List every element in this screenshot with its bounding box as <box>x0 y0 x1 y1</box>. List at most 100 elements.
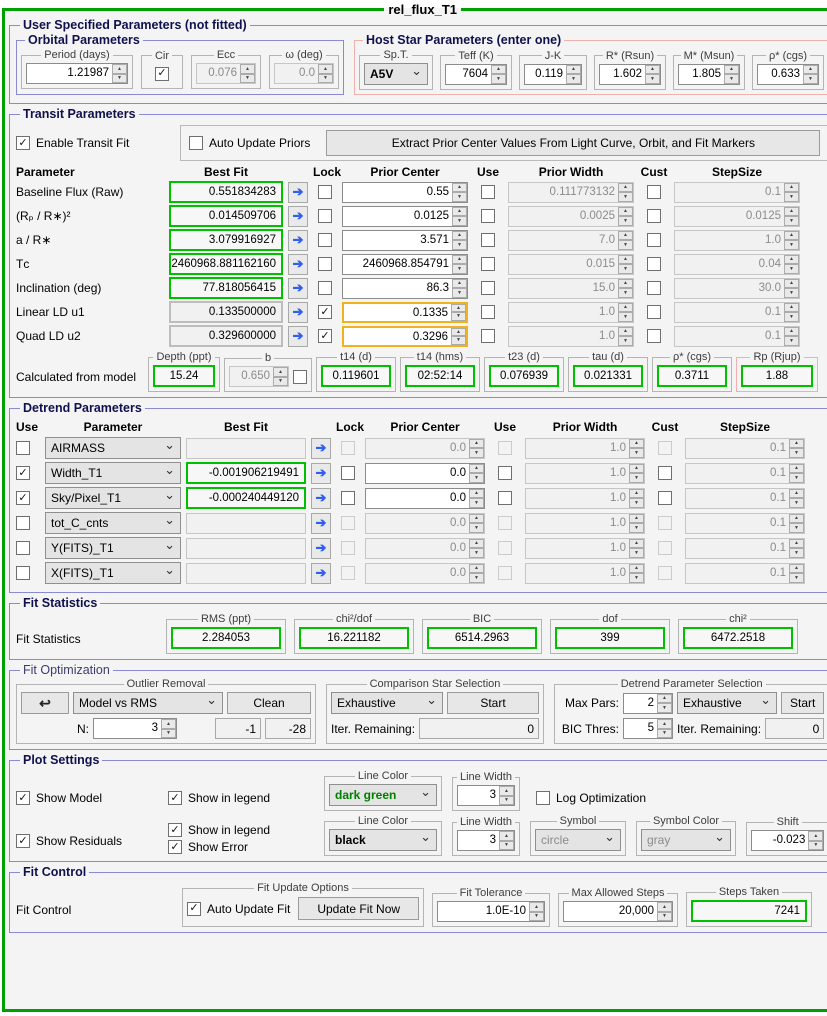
spinner-down-button[interactable] <box>784 240 799 250</box>
stepsize-spinner[interactable]: 0.0125 <box>674 206 800 227</box>
omega-spinner[interactable]: 0.0 <box>274 63 334 84</box>
spinner-up-button[interactable] <box>784 303 799 313</box>
rstar-spinner[interactable]: 1.602 <box>599 64 661 85</box>
spinner-down-button[interactable] <box>451 336 466 345</box>
spinner-up-button[interactable] <box>789 514 804 524</box>
use-prior-checkbox[interactable] <box>498 541 512 555</box>
lock-checkbox[interactable] <box>318 329 332 343</box>
prior-width-spinner[interactable]: 1.0 <box>525 488 645 509</box>
copy-best-fit-to-prior-button[interactable] <box>311 488 331 509</box>
spinner-up-button[interactable] <box>629 514 644 524</box>
spinner-up-button[interactable] <box>112 64 127 74</box>
lock-checkbox[interactable] <box>318 233 332 247</box>
prior-center-spinner[interactable]: 3.571 <box>342 230 468 251</box>
prior-center-spinner[interactable]: 0.0 <box>365 538 485 559</box>
spinner-down-button[interactable] <box>318 74 333 84</box>
spinner-up-button[interactable] <box>789 489 804 499</box>
enable-transit-fit-checkbox[interactable] <box>16 136 30 150</box>
spinner-down-button[interactable] <box>784 264 799 274</box>
shift-spinner[interactable]: -0.023 <box>751 830 824 851</box>
copy-best-fit-to-prior-button[interactable] <box>311 438 331 459</box>
show-model-checkbox[interactable] <box>16 791 30 805</box>
mstar-spinner[interactable]: 1.805 <box>678 64 740 85</box>
stepsize-spinner[interactable]: 30.0 <box>674 278 800 299</box>
spinner-up-button[interactable] <box>808 831 823 841</box>
spinner-down-button[interactable] <box>803 74 818 84</box>
spinner-down-button[interactable] <box>789 448 804 458</box>
spinner-up-button[interactable] <box>724 65 739 75</box>
detrend-parameter-select[interactable]: Y(FITS)_T1 <box>45 537 181 559</box>
spinner-up-button[interactable] <box>499 786 514 796</box>
detrend-parameter-select[interactable]: tot_C_cnts <box>45 512 181 534</box>
show-error[interactable]: Show Error <box>168 840 314 854</box>
spinner-up-button[interactable] <box>452 231 467 241</box>
spinner-up-button[interactable] <box>452 279 467 289</box>
custom-stepsize-checkbox[interactable] <box>647 305 661 319</box>
spinner-down-button[interactable] <box>469 523 484 533</box>
spectral-type-select[interactable]: A5V <box>364 63 428 85</box>
prior-width-spinner[interactable]: 0.111773132 <box>508 182 634 203</box>
prior-width-spinner[interactable]: 0.015 <box>508 254 634 275</box>
spinner-down-button[interactable] <box>657 703 672 713</box>
prior-width-spinner[interactable]: 1.0 <box>525 463 645 484</box>
stepsize-spinner[interactable]: 0.1 <box>685 563 805 584</box>
spinner-down-button[interactable] <box>808 841 823 851</box>
custom-stepsize-checkbox[interactable] <box>658 566 672 580</box>
detrend-parameter-select[interactable]: X(FITS)_T1 <box>45 562 181 584</box>
spinner-up-button[interactable] <box>657 719 672 729</box>
spinner-up-button[interactable] <box>629 464 644 474</box>
spinner-down-button[interactable] <box>789 548 804 558</box>
spinner-up-button[interactable] <box>784 255 799 265</box>
copy-best-fit-to-prior-button[interactable] <box>288 302 308 323</box>
period-spinner[interactable]: 1.21987 <box>26 63 128 84</box>
use-prior-checkbox[interactable] <box>498 566 512 580</box>
custom-stepsize-checkbox[interactable] <box>658 441 672 455</box>
prior-center-spinner[interactable]: 0.0 <box>365 513 485 534</box>
auto-update-priors[interactable]: Auto Update Priors <box>189 136 310 150</box>
max-pars-spinner[interactable]: 2 <box>623 693 673 714</box>
prior-width-spinner[interactable]: 1.0 <box>525 438 645 459</box>
use-prior-checkbox[interactable] <box>498 441 512 455</box>
lock-checkbox[interactable] <box>318 257 332 271</box>
lock-checkbox[interactable] <box>318 209 332 223</box>
lock-checkbox[interactable] <box>341 466 355 480</box>
use-prior-checkbox[interactable] <box>498 491 512 505</box>
stepsize-spinner[interactable]: 0.1 <box>674 302 800 323</box>
custom-stepsize-checkbox[interactable] <box>647 185 661 199</box>
spinner-down-button[interactable] <box>452 240 467 250</box>
spinner-down-button[interactable] <box>618 192 633 202</box>
spinner-down-button[interactable] <box>469 548 484 558</box>
spinner-up-button[interactable] <box>452 207 467 217</box>
auto-update-priors-checkbox[interactable] <box>189 136 203 150</box>
spinner-down-button[interactable] <box>724 74 739 84</box>
spinner-down-button[interactable] <box>161 729 176 739</box>
prior-center-spinner[interactable]: 0.1335 <box>342 302 468 323</box>
spinner-down-button[interactable] <box>784 216 799 226</box>
custom-stepsize-checkbox[interactable] <box>658 491 672 505</box>
spinner-up-button[interactable] <box>618 255 633 265</box>
bic-thres-spinner[interactable]: 5 <box>623 718 673 739</box>
spinner-up-button[interactable] <box>629 489 644 499</box>
spinner-up-button[interactable] <box>629 439 644 449</box>
show-residuals[interactable]: Show Residuals <box>16 834 158 856</box>
spinner-down-button[interactable] <box>784 192 799 202</box>
use-detrend-checkbox[interactable] <box>16 491 30 505</box>
show-model[interactable]: Show Model <box>16 791 158 811</box>
symbol-color-select[interactable]: gray <box>641 829 731 851</box>
spinner-up-button[interactable] <box>618 231 633 241</box>
spinner-up-button[interactable] <box>629 564 644 574</box>
use-prior-checkbox[interactable] <box>481 305 495 319</box>
spinner-down-button[interactable] <box>618 216 633 226</box>
use-prior-checkbox[interactable] <box>481 281 495 295</box>
spinner-down-button[interactable] <box>469 448 484 458</box>
stepsize-spinner[interactable]: 0.1 <box>674 326 800 347</box>
teff-spinner[interactable]: 7604 <box>445 64 507 85</box>
spinner-down-button[interactable] <box>618 312 633 322</box>
stepsize-spinner[interactable]: 0.1 <box>685 513 805 534</box>
spinner-down-button[interactable] <box>469 573 484 583</box>
spinner-up-button[interactable] <box>618 279 633 289</box>
spinner-down-button[interactable] <box>112 74 127 84</box>
spinner-down-button[interactable] <box>657 729 672 739</box>
custom-stepsize-checkbox[interactable] <box>658 541 672 555</box>
lock-checkbox[interactable] <box>341 441 355 455</box>
